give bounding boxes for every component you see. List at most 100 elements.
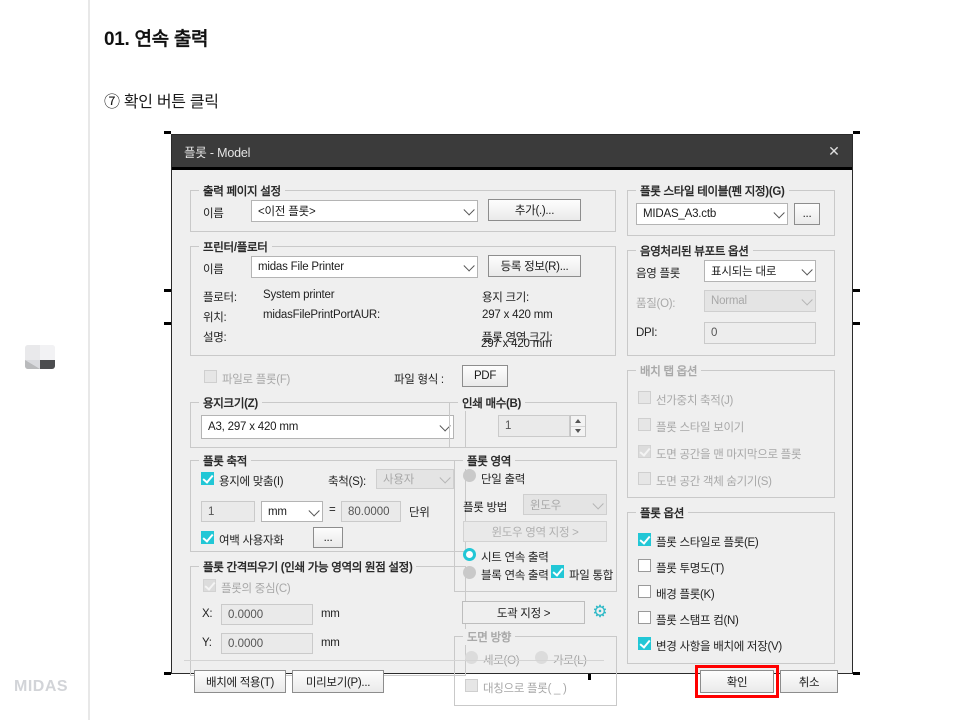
batch-option-3-checkbox[interactable]	[638, 472, 651, 485]
chevron-down-icon	[592, 497, 604, 510]
offset-y-value: 0.0000	[228, 637, 264, 650]
add-page-setup-button[interactable]: 추가(.)...	[488, 199, 581, 221]
paper-size-label: 용지 크기:	[482, 292, 529, 304]
scale-numerator-input[interactable]: 1	[201, 501, 255, 522]
scale-denominator-input[interactable]: 80.0000	[341, 501, 401, 522]
page-setup-name-combo[interactable]: <이전 플롯>	[251, 200, 478, 222]
group-plot-style-table: 플롯 스타일 테이블(펜 지정)(G) MIDAS_A3.ctb ...	[627, 183, 835, 236]
close-icon[interactable]: ✕	[816, 135, 852, 167]
block-continuous-radio[interactable]	[463, 566, 476, 579]
scale-combo[interactable]: 사용자	[376, 469, 454, 489]
quality-label: 품질(O):	[636, 298, 676, 310]
scale-numerator-value: 1	[208, 505, 215, 518]
portrait-radio[interactable]	[465, 651, 478, 664]
copies-value: 1	[505, 420, 512, 432]
location-label: 위치:	[203, 312, 227, 324]
copies-stepper[interactable]	[570, 415, 586, 437]
slide-thumbnail[interactable]	[25, 345, 55, 369]
custom-margin-checkbox[interactable]	[201, 531, 214, 544]
shade-plot-combo[interactable]: 표시되는 대로	[704, 260, 816, 282]
ok-button[interactable]: 확인	[700, 670, 774, 693]
chevron-down-icon	[463, 204, 475, 216]
crop-mark-l2	[164, 322, 171, 325]
offset-x-unit: mm	[321, 608, 340, 620]
plot-option-2-checkbox[interactable]	[638, 585, 651, 598]
fit-to-paper-label: 용지에 맞춤(I)	[219, 476, 284, 488]
landscape-radio[interactable]	[535, 651, 548, 664]
offset-x-input[interactable]: 0.0000	[221, 604, 313, 625]
merge-files-checkbox[interactable]	[551, 565, 564, 578]
frame-designate-button[interactable]: 도곽 지정 >	[462, 601, 585, 624]
group-printer-legend: 프린터/플로터	[199, 239, 272, 255]
plot-method-combo[interactable]: 윈도우	[523, 494, 607, 515]
chevron-down-icon	[463, 260, 475, 272]
plot-to-file-checkbox[interactable]	[204, 370, 217, 383]
plot-option-0-checkbox[interactable]	[638, 533, 651, 546]
scale-denominator-value: 80.0000	[348, 505, 390, 518]
crop-mark-r1	[853, 289, 860, 292]
group-plot-options-legend: 플롯 옵션	[636, 505, 689, 521]
plot-option-3-checkbox[interactable]	[638, 611, 651, 624]
page-title: 01. 연속 출력	[104, 29, 209, 50]
stepper-up-icon[interactable]	[571, 416, 585, 427]
chevron-down-icon	[773, 207, 785, 219]
custom-margin-label: 여백 사용자화	[219, 535, 284, 547]
batch-option-0-checkbox[interactable]	[638, 391, 651, 404]
upside-down-checkbox[interactable]	[465, 679, 478, 692]
cancel-button[interactable]: 취소	[780, 670, 838, 693]
dialog-title: 플롯 - Model	[184, 145, 251, 160]
printer-properties-button[interactable]: 등록 정보(R)...	[488, 255, 581, 277]
stepper-down-icon[interactable]	[571, 427, 585, 437]
chevron-down-icon	[439, 472, 451, 484]
crop-mark-bl	[164, 672, 171, 675]
dpi-label: DPI:	[636, 327, 658, 339]
sheet-continuous-radio[interactable]	[463, 548, 476, 561]
plot-dialog: 플롯 - Model ✕ 출력 페이지 설정 이름 <이전 플롯> 추가(.).…	[171, 134, 853, 706]
group-shaded-viewport: 음영처리된 뷰포트 옵션 음영 플롯 표시되는 대로 품질(O): Normal…	[627, 243, 835, 356]
crop-mark-tr	[853, 131, 860, 134]
thumb-quadrant-top-left	[25, 345, 40, 360]
group-paper-size: 용지크기(Z) A3, 297 x 420 mm	[190, 395, 466, 448]
custom-margin-button[interactable]: ...	[313, 527, 343, 548]
plot-center-checkbox[interactable]	[203, 579, 216, 592]
plot-option-1-checkbox[interactable]	[638, 559, 651, 572]
offset-y-input[interactable]: 0.0000	[221, 633, 313, 654]
page-setup-name-label: 이름	[203, 208, 224, 220]
shade-plot-label: 음영 플롯	[636, 268, 681, 280]
plot-method-label: 플롯 방법	[463, 502, 508, 514]
plot-style-table-combo[interactable]: MIDAS_A3.ctb	[636, 203, 788, 225]
group-batch-tab-options: 배치 탭 옵션 선가중치 축적(J) 플롯 스타일 보이기 도면 공간을 맨 마…	[627, 363, 835, 498]
quality-combo[interactable]: Normal	[704, 290, 816, 312]
scale-label: 축척(S):	[328, 476, 366, 488]
paper-size-combo-value: A3, 297 x 420 mm	[208, 421, 299, 433]
single-output-radio[interactable]	[463, 469, 476, 482]
step-instruction: ⑦ 확인 버튼 클릭	[104, 94, 219, 111]
plot-style-browse-button[interactable]: ...	[794, 203, 820, 225]
slide-thumbnail-rail: MIDAS	[0, 0, 88, 720]
window-area-button[interactable]: 윈도우 영역 지정 >	[463, 521, 607, 542]
file-format-label: 파일 형식 :	[394, 374, 444, 386]
group-paper-size-legend: 용지크기(Z)	[199, 395, 262, 411]
printer-name-combo[interactable]: midas File Printer	[251, 256, 478, 278]
batch-option-2-label: 도면 공간을 맨 마지막으로 플롯	[656, 449, 802, 461]
plot-center-label: 플롯의 중심(C)	[221, 583, 291, 595]
file-format-button[interactable]: PDF	[462, 365, 508, 387]
quality-value: Normal	[711, 295, 747, 307]
group-plot-area-legend: 플롯 영역	[463, 453, 516, 469]
paper-size-combo[interactable]: A3, 297 x 420 mm	[201, 415, 454, 439]
midas-logo: MIDAS	[14, 678, 69, 695]
fit-to-paper-checkbox[interactable]	[201, 472, 214, 485]
apply-to-layout-button[interactable]: 배치에 적용(T)	[194, 670, 286, 693]
offset-y-unit: mm	[321, 637, 340, 649]
group-page-setup-legend: 출력 페이지 설정	[199, 183, 285, 199]
preview-button[interactable]: 미리보기(P)...	[292, 670, 384, 693]
plot-option-4-checkbox[interactable]	[638, 637, 651, 650]
copies-input[interactable]: 1	[498, 415, 570, 437]
scale-unit-combo[interactable]: mm	[261, 501, 323, 522]
gear-icon[interactable]: ⚙	[591, 603, 609, 621]
batch-option-2-checkbox[interactable]	[638, 445, 651, 458]
dpi-input[interactable]: 0	[704, 322, 816, 344]
scale-unit-value: mm	[268, 505, 287, 518]
batch-option-1-checkbox[interactable]	[638, 418, 651, 431]
group-plot-style-table-legend: 플롯 스타일 테이블(펜 지정)(G)	[636, 183, 789, 199]
